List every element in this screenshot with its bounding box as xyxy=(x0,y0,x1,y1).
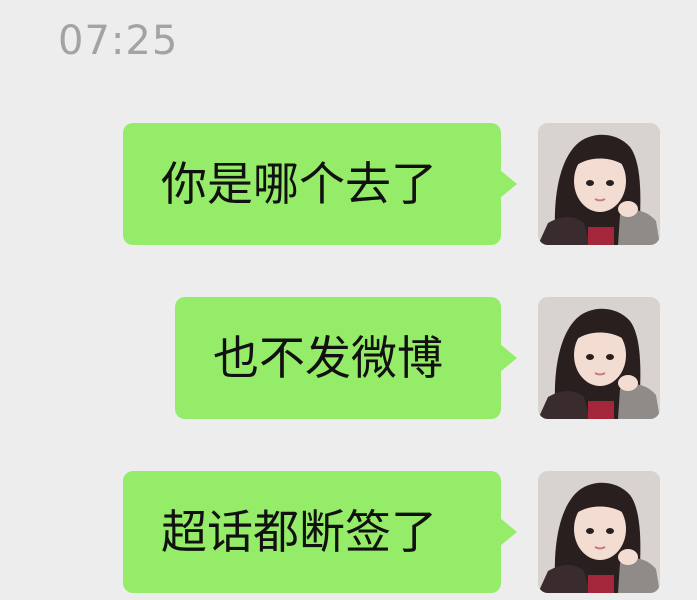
avatar-image xyxy=(538,297,660,419)
chat-screen: 07:25 你是哪个去了 也不发微博 超话都断签了 xyxy=(0,0,697,600)
user-avatar-icon[interactable] xyxy=(538,297,660,419)
message-text: 超话都断签了 xyxy=(161,505,437,559)
user-avatar-icon[interactable] xyxy=(538,471,660,593)
avatar-image xyxy=(538,471,660,593)
message-row: 超话都断签了 xyxy=(0,471,697,595)
message-text: 你是哪个去了 xyxy=(161,157,437,211)
message-bubble[interactable]: 也不发微博 xyxy=(175,297,517,419)
avatar-image xyxy=(538,123,660,245)
user-avatar-icon[interactable] xyxy=(538,123,660,245)
message-row: 你是哪个去了 xyxy=(0,123,697,247)
message-row: 也不发微博 xyxy=(0,297,697,421)
message-timestamp: 07:25 xyxy=(58,18,179,64)
message-text: 也不发微博 xyxy=(213,331,443,385)
message-bubble[interactable]: 超话都断签了 xyxy=(123,471,517,593)
message-bubble[interactable]: 你是哪个去了 xyxy=(123,123,517,245)
